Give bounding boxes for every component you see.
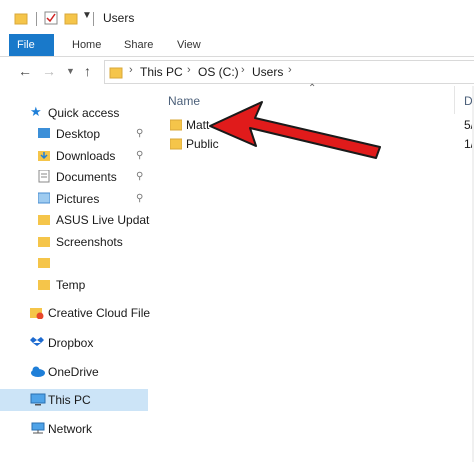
breadcrumb-separator[interactable]: › <box>241 64 245 76</box>
nav-quick-access[interactable]: ★ Quick access <box>0 102 148 124</box>
ribbon-tabs: File Home Share View <box>0 34 474 57</box>
tab-file[interactable]: File <box>9 34 54 56</box>
nav-onedrive[interactable]: OneDrive <box>0 361 148 383</box>
properties-icon[interactable] <box>44 11 58 25</box>
address-bar[interactable]: › This PC › OS (C:) › Users › <box>104 60 474 84</box>
tab-view[interactable]: View <box>167 34 211 56</box>
sort-ascending-icon: ⌃ <box>308 83 317 94</box>
folder-icon <box>14 13 28 25</box>
breadcrumb-separator[interactable]: › <box>288 64 292 76</box>
tab-share[interactable]: Share <box>114 34 163 56</box>
title-bar: ▼ Users <box>0 0 474 34</box>
recent-locations-icon[interactable]: ▼ <box>66 66 75 76</box>
folder-icon <box>38 280 50 290</box>
folder-icon <box>109 67 123 79</box>
list-item-public[interactable]: Public 1/ <box>166 134 474 154</box>
onedrive-cloud-icon <box>31 366 45 377</box>
nav-this-pc[interactable]: This PC <box>0 389 148 411</box>
downloads-icon <box>38 151 50 161</box>
nav-item-asus-live-update[interactable]: ASUS Live Update <box>0 209 156 231</box>
breadcrumb-os-c[interactable]: OS (C:) <box>198 65 239 79</box>
breadcrumb-users[interactable]: Users <box>252 65 283 79</box>
nav-item-desktop[interactable]: Desktop ⚲ <box>0 123 148 145</box>
documents-icon <box>38 170 50 183</box>
nav-item-documents[interactable]: Documents ⚲ <box>0 166 148 188</box>
nav-creative-cloud[interactable]: Creative Cloud Files <box>0 302 156 324</box>
pin-icon[interactable]: ⚲ <box>136 150 143 161</box>
file-list: ⌃ Name Da Matt 5/ Public 1/ <box>150 83 474 462</box>
new-folder-icon[interactable] <box>64 11 78 25</box>
pin-icon[interactable]: ⚲ <box>136 128 143 139</box>
title-separator <box>93 12 94 26</box>
computer-icon <box>30 393 46 406</box>
nav-item-screenshots[interactable]: Screenshots <box>0 231 148 253</box>
network-icon <box>31 422 45 434</box>
list-item-matt[interactable]: Matt 5/ <box>166 115 474 135</box>
pin-icon[interactable]: ⚲ <box>136 171 143 182</box>
window-title: Users <box>103 11 135 25</box>
dropbox-icon <box>30 337 44 346</box>
folder-icon <box>38 258 50 268</box>
star-icon: ★ <box>30 104 42 119</box>
back-arrow-icon[interactable]: ← <box>18 63 32 79</box>
creative-cloud-icon <box>30 308 44 319</box>
toolbar-separator <box>36 12 37 26</box>
file-explorer-window: ▼ Users File Home Share View ← → ▼ ↑ › T… <box>0 0 474 462</box>
folder-icon <box>38 237 50 247</box>
column-header-name[interactable]: Name <box>168 94 200 108</box>
breadcrumb-separator[interactable]: › <box>187 64 191 76</box>
desktop-icon <box>38 128 50 138</box>
nav-item-unnamed[interactable] <box>0 252 148 274</box>
column-divider[interactable] <box>454 86 455 114</box>
folder-icon <box>170 138 182 150</box>
nav-item-pictures[interactable]: Pictures ⚲ <box>0 188 148 210</box>
customize-qat-icon[interactable]: ▼ <box>82 10 92 24</box>
pin-icon[interactable]: ⚲ <box>136 193 143 204</box>
nav-dropbox[interactable]: Dropbox <box>0 332 148 354</box>
folder-icon <box>38 215 50 225</box>
tab-home[interactable]: Home <box>62 34 111 56</box>
breadcrumb-this-pc[interactable]: This PC <box>140 65 183 79</box>
nav-item-temp[interactable]: Temp <box>0 274 148 296</box>
navigation-pane: ★ Quick access Desktop ⚲ Downloads ⚲ Doc… <box>0 86 156 462</box>
forward-arrow-icon[interactable]: → <box>42 63 56 79</box>
folder-icon <box>170 119 182 131</box>
up-arrow-icon[interactable]: ↑ <box>84 63 91 79</box>
breadcrumb-separator[interactable]: › <box>129 64 133 76</box>
pictures-icon <box>38 192 50 204</box>
nav-item-downloads[interactable]: Downloads ⚲ <box>0 145 148 167</box>
nav-network[interactable]: Network <box>0 418 148 440</box>
